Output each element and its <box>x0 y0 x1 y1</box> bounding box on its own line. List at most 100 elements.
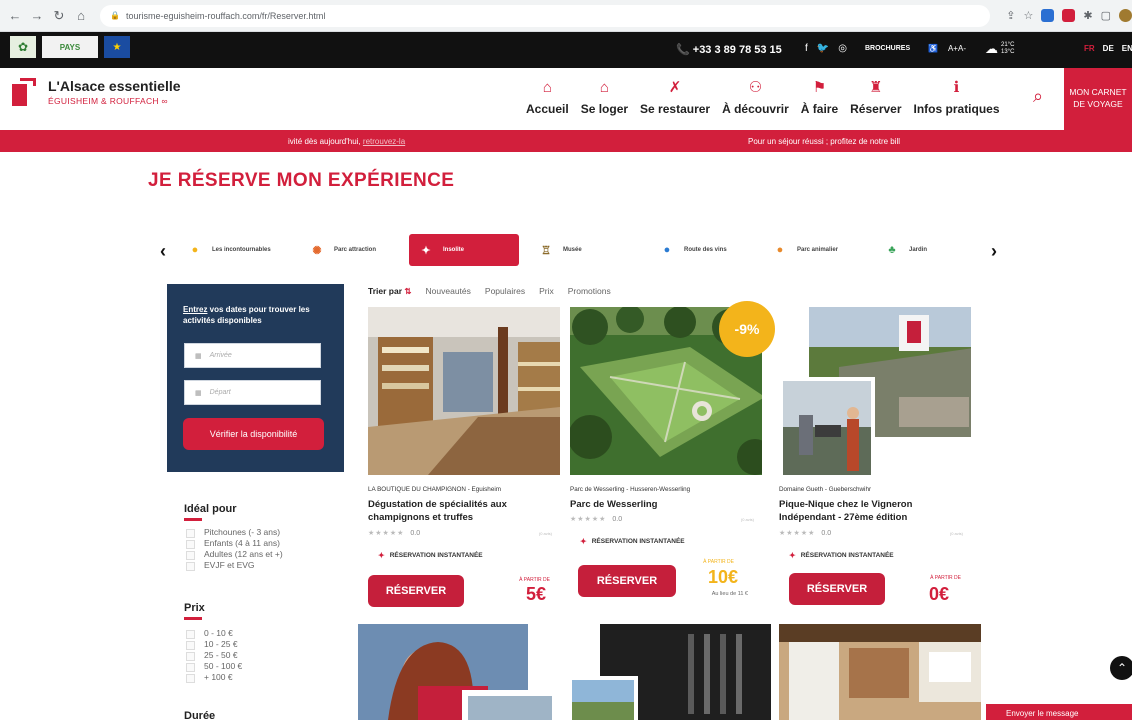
sort-price[interactable]: Prix <box>539 286 554 297</box>
activity-photo[interactable] <box>779 307 971 475</box>
menu-item-label: Infos pratiques <box>913 102 1000 116</box>
rating: ★★★★★ 0.0 <box>779 530 832 537</box>
rating: ★★★★★ 0.0 <box>570 516 623 523</box>
menu-item-label: Se restaurer <box>640 102 711 116</box>
menu-item-accueil[interactable]: ⌂ Accueil <box>520 78 575 116</box>
phone-icon: 📞 <box>676 44 693 56</box>
filter-duration: Durée <box>184 710 215 720</box>
activity-title[interactable]: Pique-Nique chez le Vigneron Indépendant… <box>779 498 969 524</box>
book-button[interactable]: RÉSERVER <box>789 573 885 605</box>
profile-avatar[interactable] <box>1119 9 1132 22</box>
filter-checkbox[interactable]: Pitchounes (- 3 ans) <box>184 527 283 538</box>
cutlery-icon: ✗ <box>668 79 682 96</box>
sort-newest[interactable]: Nouveautés <box>426 286 471 297</box>
filter-checkbox[interactable]: EVJF et EVG <box>184 560 283 571</box>
category-tab-insolite[interactable]: ✦ Insolite <box>409 234 519 266</box>
menu-item-réserver[interactable]: ♜ Réserver <box>844 78 907 116</box>
scroll-top-icon[interactable]: ⌃ <box>1110 656 1132 680</box>
forward-icon[interactable]: → <box>30 8 44 24</box>
star-icon[interactable]: ☆ <box>1024 9 1034 22</box>
menu-item-à-découvrir[interactable]: ⚇ À découvrir <box>716 78 795 116</box>
activity-card[interactable]: Domaine Gueth - Gueberschwihr Pique-Niqu… <box>779 303 971 615</box>
activity-photo[interactable] <box>368 307 560 475</box>
activity-card[interactable]: LA BOUTIQUE DU CHAMPIGNON - Eguisheim Dé… <box>368 303 560 615</box>
address-bar[interactable]: 🔒 tourisme-eguisheim-rouffach.com/fr/Res… <box>100 4 991 27</box>
search-icon[interactable]: ⌕ <box>1024 82 1052 110</box>
activity-photo[interactable] <box>358 624 558 720</box>
book-button[interactable]: RÉSERVER <box>368 575 464 607</box>
category-label: Musée <box>563 247 582 253</box>
departure-date-field[interactable]: ▦ Départ <box>184 380 321 405</box>
price: 5€ <box>525 584 546 604</box>
filter-checkbox[interactable]: + 100 € <box>184 672 242 683</box>
category-tab-parc-animalier[interactable]: ● Parc animalier <box>763 234 869 266</box>
lang-en[interactable]: EN <box>1122 44 1132 53</box>
bolt-icon: ✦ <box>378 550 385 560</box>
extension-icon[interactable] <box>1041 9 1055 22</box>
category-label: Parc attraction <box>334 247 377 253</box>
accessibility-icon[interactable]: ♿ <box>928 44 938 53</box>
menu-item-infos-pratiques[interactable]: ℹ Infos pratiques <box>908 78 1006 116</box>
phone-link[interactable]: 📞 +33 3 89 78 53 15 <box>676 43 782 56</box>
rating: ★★★★★ 0.0 <box>368 530 421 537</box>
brand-mark-icon <box>12 78 38 108</box>
grape-icon: ● <box>663 244 671 256</box>
font-size-toggle[interactable]: A+A- <box>948 44 966 53</box>
travel-notebook-button[interactable]: MON CARNET DE VOYAGE <box>1064 68 1132 130</box>
menu-item-label: Accueil <box>526 102 569 116</box>
filter-checkbox[interactable]: 0 - 10 € <box>184 628 242 639</box>
filter-checkbox[interactable]: Adultes (12 ans et +) <box>184 549 283 560</box>
activity-photo[interactable] <box>568 624 771 720</box>
intro-link[interactable]: Entrez <box>183 305 207 314</box>
book-button[interactable]: RÉSERVER <box>578 565 676 597</box>
menu-item-à-faire[interactable]: ⚑ À faire <box>795 78 844 116</box>
bed-icon: ⌂ <box>599 79 609 96</box>
home-icon[interactable]: ⌂ <box>74 8 88 24</box>
lion-icon: ● <box>776 244 784 256</box>
page-title: JE RÉSERVE MON EXPÉRIENCE <box>148 170 455 191</box>
twitter-icon[interactable]: 🐦 <box>817 43 829 54</box>
lang-fr[interactable]: FR <box>1084 44 1095 53</box>
category-tab-les-incontournables[interactable]: ● Les incontournables <box>178 234 288 266</box>
filter-checkbox[interactable]: 50 - 100 € <box>184 661 242 672</box>
back-icon[interactable]: ← <box>8 8 22 24</box>
sort-promotions[interactable]: Promotions <box>568 286 611 297</box>
reload-icon[interactable]: ↻ <box>52 8 66 24</box>
review-count: (0 avis) <box>740 517 754 522</box>
filter-checkbox[interactable]: 10 - 25 € <box>184 639 242 650</box>
sort-arrows-icon: ⇅ <box>404 286 412 296</box>
bolt-icon: ✦ <box>789 550 796 560</box>
promo-link[interactable]: retrouvez-la <box>363 137 405 146</box>
carousel-next-icon[interactable]: › <box>984 241 1004 262</box>
activity-title[interactable]: Parc de Wesserling <box>570 498 760 511</box>
sort-popular[interactable]: Populaires <box>485 286 525 297</box>
extension-icon[interactable] <box>1062 9 1076 22</box>
menu-item-se-loger[interactable]: ⌂ Se loger <box>575 78 634 116</box>
puzzle-icon[interactable]: ✱ <box>1083 9 1092 22</box>
share-icon[interactable]: ⇪ <box>1006 9 1015 22</box>
brand-logo[interactable]: L'Alsace essentielle ÉGUISHEIM & ROUFFAC… <box>12 78 181 108</box>
filter-checkbox[interactable]: Enfants (4 à 11 ans) <box>184 538 283 549</box>
original-price: Au lieu de 11 € <box>711 591 748 597</box>
window-icon[interactable]: ▢ <box>1101 9 1111 22</box>
check-availability-button[interactable]: Vérifier la disponibilité <box>183 418 324 450</box>
arrival-date-field[interactable]: ▦ Arrivée <box>184 343 321 368</box>
send-message-button[interactable]: Envoyer le message <box>986 704 1132 720</box>
category-tab-route-des-vins[interactable]: ● Route des vins <box>650 234 756 266</box>
promo-strip: ivité dès aujourd'hui, retrouvez-la Pour… <box>0 130 1132 152</box>
brochures-link[interactable]: BROCHURES <box>865 45 910 52</box>
menu-item-se-restaurer[interactable]: ✗ Se restaurer <box>634 78 716 116</box>
category-tab-musée[interactable]: ♖ Musée <box>529 234 639 266</box>
facebook-icon[interactable]: f <box>805 43 808 54</box>
activity-provider: LA BOUTIQUE DU CHAMPIGNON - Eguisheim <box>368 486 501 493</box>
category-tab-jardin[interactable]: ♣ Jardin <box>875 234 977 266</box>
activity-title[interactable]: Dégustation de spécialités aux champigno… <box>368 498 558 524</box>
carousel-prev-icon[interactable]: ‹ <box>153 241 173 262</box>
activity-photo[interactable] <box>779 624 981 720</box>
instant-booking-badge: ✦ RÉSERVATION INSTANTANÉE <box>789 550 894 560</box>
category-tab-parc-attraction[interactable]: ✺ Parc attraction <box>300 234 400 266</box>
lang-de[interactable]: DE <box>1103 44 1114 53</box>
calendar-icon: ▦ <box>195 389 202 397</box>
filter-checkbox[interactable]: 25 - 50 € <box>184 650 242 661</box>
instagram-icon[interactable]: ◎ <box>838 43 847 54</box>
